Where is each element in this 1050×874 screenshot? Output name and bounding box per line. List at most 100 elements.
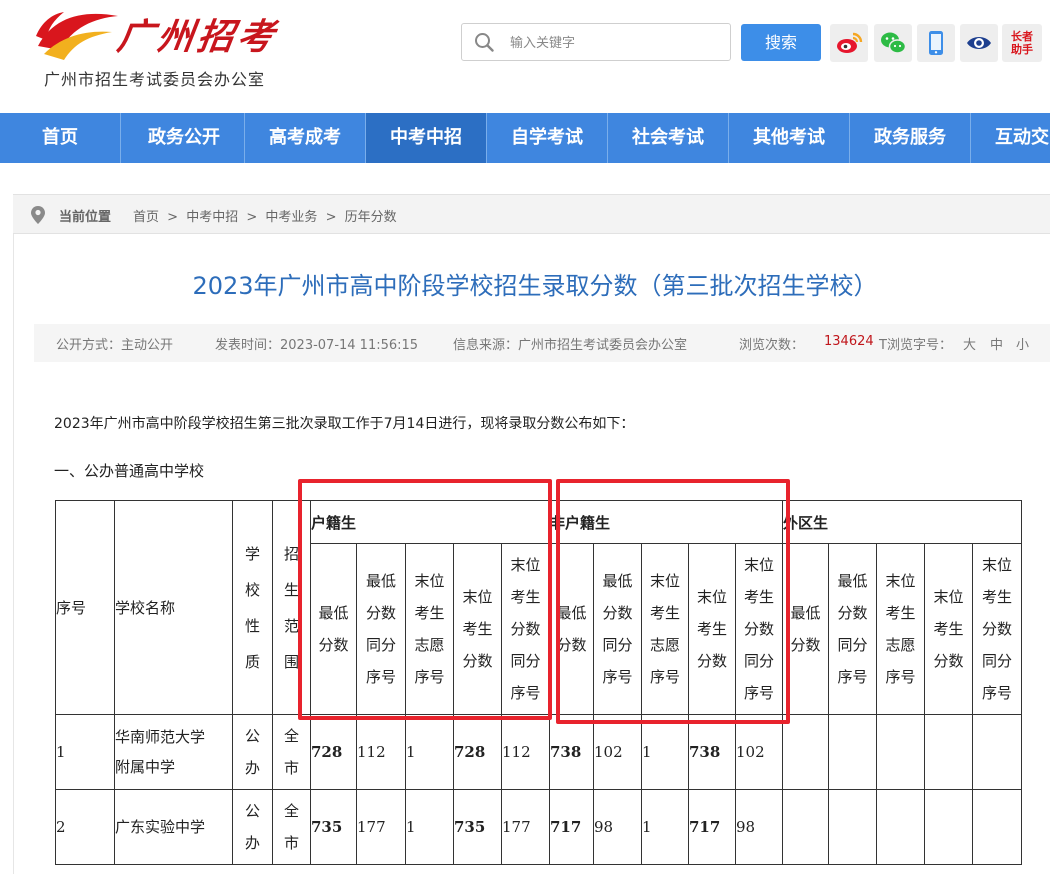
subheader-min-score: 最低 分数 [310, 543, 357, 715]
elder-assist-button[interactable]: 长者 助手 [1002, 24, 1042, 62]
header-nature: 学 校 性 质 [232, 500, 273, 715]
search-box [461, 23, 731, 61]
font-size-small[interactable]: 小 [1016, 334, 1029, 353]
breadcrumb-separator: > [167, 210, 179, 225]
subheader-last-score: 末位 考生 分数 [924, 543, 973, 715]
cell-waiqu-last-score [924, 714, 973, 790]
subheader-min-score-rank: 最低 分数 同分 序号 [828, 543, 877, 715]
cell-school: 华南师范大学 附属中学 [114, 714, 233, 790]
sub-line: 分数 [318, 636, 349, 654]
nav-item-services[interactable]: 政务服务 [850, 113, 971, 163]
header-char: 学 [244, 544, 260, 563]
subheader-last-preference: 末位 考生 志愿 序号 [876, 543, 925, 715]
breadcrumb-item-zhongkao[interactable]: 中考中招 [186, 210, 238, 225]
sub-line: 序号 [510, 684, 541, 702]
search-button[interactable]: 搜索 [741, 24, 821, 61]
cell-feihuji-last-pref: 1 [641, 714, 689, 790]
mobile-button[interactable] [917, 24, 955, 62]
wechat-button[interactable] [874, 24, 912, 62]
subheader-last-score: 末位 考生 分数 [688, 543, 736, 715]
sub-line: 序号 [837, 668, 868, 686]
article-intro: 2023年广州市高中阶段学校招生第三批次录取工作于7月14日进行，现将录取分数公… [54, 416, 635, 432]
nav-item-gaokao[interactable]: 高考成考 [245, 113, 366, 163]
school-line: 附属中学 [115, 758, 176, 776]
sub-line: 考生 [462, 620, 493, 638]
sub-line: 考生 [885, 604, 916, 622]
cell-feihuji-last-score: 738 [688, 714, 736, 790]
sub-line: 末位 [981, 556, 1012, 574]
cell-char: 办 [244, 834, 260, 852]
cell-feihuji-min-rank: 98 [593, 789, 642, 865]
subheader-min-score: 最低 分数 [782, 543, 829, 715]
sub-line: 同分 [510, 652, 541, 670]
sub-line: 末位 [510, 556, 541, 574]
meta-date: 发表时间：2023-07-14 11:56:15 [215, 338, 419, 353]
location-pin-icon [31, 206, 45, 224]
sub-line: 末位 [414, 572, 445, 590]
accessibility-button[interactable] [960, 24, 998, 62]
sub-line: 最低 [318, 604, 349, 622]
breadcrumb-separator: > [246, 210, 258, 225]
cell-feihuji-min-score: 717 [549, 789, 594, 865]
nav-item-zhongkao[interactable]: 中考中招 [366, 113, 487, 163]
nav-item-government-affairs[interactable]: 政务公开 [124, 113, 245, 163]
breadcrumb-item-business[interactable]: 中考业务 [265, 210, 317, 225]
header-char: 校 [244, 580, 260, 599]
cell-huji-min-score: 735 [310, 789, 357, 865]
cell-huji-min-rank: 112 [356, 714, 406, 790]
sub-line: 分数 [837, 604, 868, 622]
cell-huji-last-score: 735 [453, 789, 502, 865]
breadcrumb-item-home[interactable]: 首页 [133, 210, 159, 225]
sub-line: 最低 [837, 572, 868, 590]
sub-line: 末位 [743, 556, 774, 574]
cell-huji-min-rank: 177 [356, 789, 406, 865]
sub-line: 同分 [981, 652, 1012, 670]
scores-table: 序号 学校名称 学 校 性 质 招 生 范 围 户籍生 非户籍生 外区生 最低分… [55, 500, 1022, 865]
header-char: 质 [244, 652, 260, 671]
cell-char: 市 [283, 759, 299, 777]
subheader-min-score-rank: 最低 分数 同分 序号 [593, 543, 642, 715]
cell-waiqu-last-rank [972, 789, 1022, 865]
breadcrumb-item-history-scores[interactable]: 历年分数 [345, 210, 397, 225]
cell-scope: 全 市 [272, 789, 311, 865]
nav-item-social-exams[interactable]: 社会考试 [608, 113, 729, 163]
weibo-button[interactable] [830, 24, 868, 62]
sub-line: 序号 [414, 668, 445, 686]
sub-line: 考生 [696, 620, 727, 638]
sub-line: 序号 [885, 668, 916, 686]
nav-item-other-exams[interactable]: 其他考试 [729, 113, 850, 163]
cell-feihuji-last-rank: 102 [735, 714, 783, 790]
cell-feihuji-min-rank: 102 [593, 714, 642, 790]
group-header-waiqu: 外区生 [782, 500, 1022, 544]
sub-line: 分数 [790, 636, 821, 654]
section-heading: 一、公办普通高中学校 [54, 462, 205, 480]
sub-line: 末位 [462, 588, 493, 606]
site-header: 广州招考 广州市招生考试委员会办公室 搜索 [0, 0, 1050, 104]
search-input[interactable] [508, 30, 722, 56]
nav-item-home[interactable]: 首页 [0, 113, 121, 163]
mobile-icon [929, 31, 943, 55]
logo-flame-icon [36, 12, 118, 60]
font-size-medium[interactable]: 中 [990, 334, 1003, 353]
sub-line: 最低 [556, 604, 587, 622]
header-index: 序号 [55, 500, 115, 715]
font-size-large[interactable]: 大 [963, 334, 976, 353]
cell-feihuji-last-score: 717 [688, 789, 736, 865]
elder-badge-line1: 长者 [1011, 30, 1033, 43]
sub-line: 末位 [933, 588, 964, 606]
cell-index: 1 [55, 714, 115, 790]
sub-line: 分数 [510, 620, 541, 638]
group-header-feihuji: 非户籍生 [549, 500, 783, 544]
sub-line: 分数 [933, 652, 964, 670]
cell-feihuji-last-rank: 98 [735, 789, 783, 865]
header-char: 性 [244, 616, 260, 635]
cell-waiqu-min-score [782, 789, 829, 865]
sub-line: 序号 [602, 668, 633, 686]
nav-item-self-study[interactable]: 自学考试 [487, 113, 608, 163]
cell-char: 公 [244, 727, 260, 745]
cell-feihuji-min-score: 738 [549, 714, 594, 790]
site-logo-text[interactable]: 广州招考 [114, 8, 281, 60]
subheader-min-score-rank: 最低 分数 同分 序号 [356, 543, 406, 715]
cell-waiqu-last-pref [876, 789, 925, 865]
nav-item-interaction[interactable]: 互动交 [971, 113, 1050, 163]
